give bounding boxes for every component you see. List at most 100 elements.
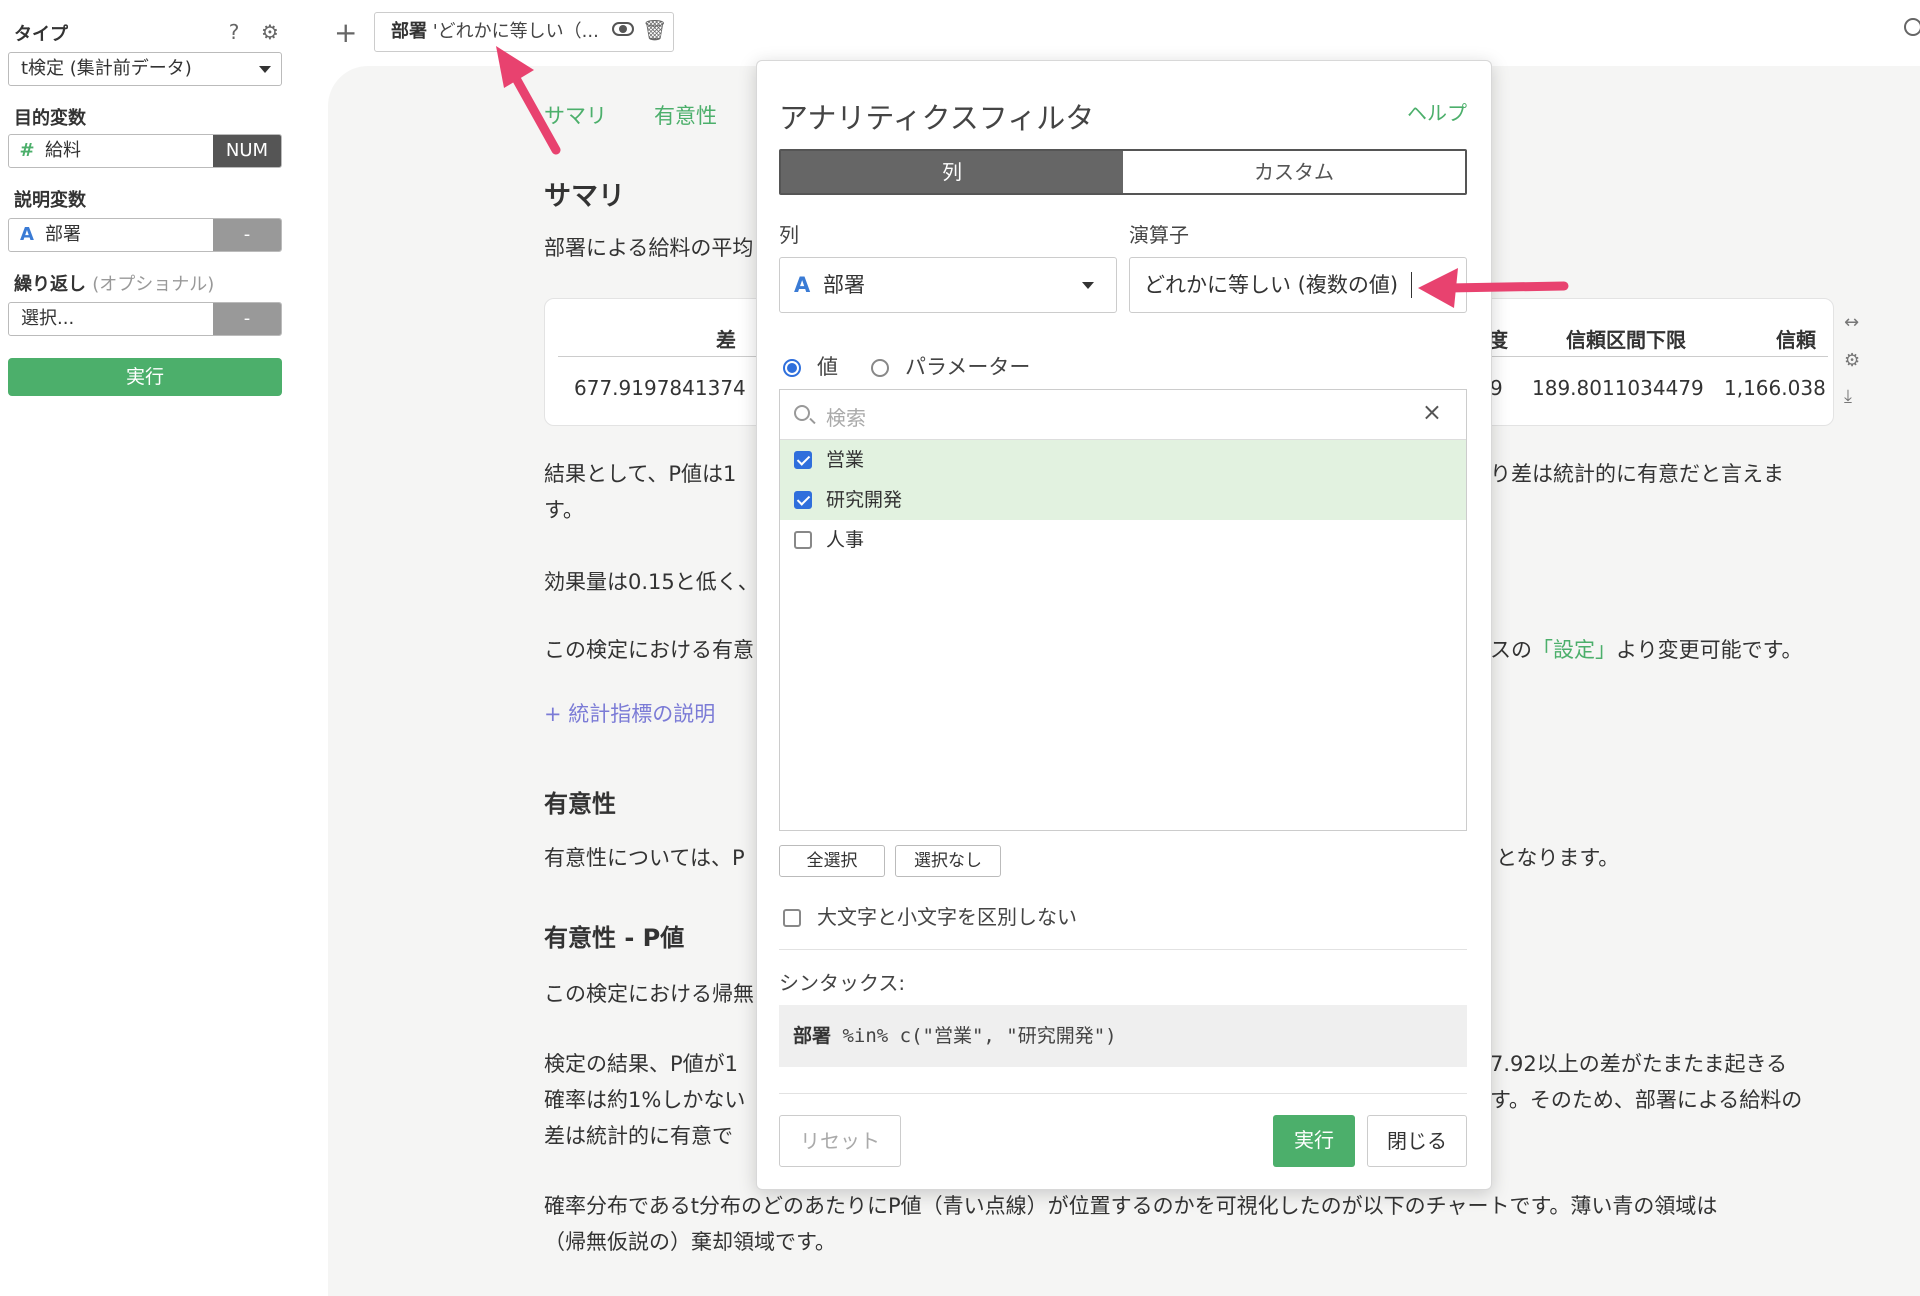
sig-level-right-a: スの: [1490, 638, 1532, 662]
syntax-label: シンタックス:: [779, 971, 906, 995]
significance-heading: 有意性: [544, 790, 616, 818]
help-icon[interactable]: ?: [222, 20, 246, 44]
annotation-arrow-chip: [496, 46, 561, 155]
list-item-label: 研究開発: [826, 489, 903, 511]
ignore-case-option[interactable]: 大文字と小文字を区別しない: [783, 901, 1077, 930]
checkbox-checked-icon[interactable]: [794, 491, 812, 509]
gear-icon[interactable]: ⚙: [258, 20, 282, 44]
select-all-button[interactable]: 全選択: [779, 845, 885, 877]
trash-icon[interactable]: 🗑: [642, 18, 667, 42]
header-ci-lower: 信頼区間下限: [1566, 328, 1686, 352]
summary-heading: サマリ: [544, 181, 625, 212]
divider: [779, 1093, 1467, 1094]
search-placeholder: 検索: [826, 406, 866, 430]
mode-toggle: 列 カスタム: [779, 149, 1467, 195]
list-item-label: 営業: [826, 449, 865, 471]
type-select[interactable]: t検定 (集計前データ): [8, 52, 282, 86]
settings-link[interactable]: 「設定」: [1532, 638, 1616, 662]
list-item-label: 人事: [826, 529, 865, 551]
significance-text-right: となります。: [1496, 846, 1620, 870]
column-select[interactable]: A 部署: [779, 257, 1117, 313]
result-line1-right: り差は統計的に有意だと言えま: [1490, 462, 1784, 486]
add-filter-button[interactable]: +: [334, 16, 357, 49]
repeat-label-text: 繰り返し: [14, 274, 86, 295]
repeat-type-tag[interactable]: -: [213, 303, 281, 335]
explanatory-type-tag[interactable]: -: [213, 219, 281, 251]
repeat-field[interactable]: 選択... -: [8, 302, 282, 336]
column-select-value: 部署: [822, 273, 865, 297]
target-variable-value: 給料: [45, 140, 81, 161]
download-icon[interactable]: ⤓: [1844, 386, 1852, 407]
reset-button[interactable]: リセット: [779, 1115, 901, 1167]
repeat-optional-text: (オプショナル): [92, 274, 215, 295]
list-item[interactable]: 人事: [780, 520, 1466, 560]
pvalue-text: この検定における帰無: [544, 982, 754, 1006]
filter-chip-condition: 'どれかに等しい（...: [427, 21, 599, 42]
explanatory-variable-label: 説明変数: [14, 190, 86, 211]
tab-column[interactable]: 列: [781, 151, 1123, 193]
value-list: 検索 × 営業 研究開発 人事: [779, 389, 1467, 831]
summary-text: 部署による給料の平均: [544, 236, 754, 260]
annotation-arrow-operator: [1418, 268, 1569, 308]
repeat-field-value: 選択...: [21, 308, 75, 329]
operator-select-value: どれかに等しい (複数の値): [1144, 273, 1399, 297]
eye-icon[interactable]: [612, 22, 634, 36]
list-item[interactable]: 研究開発: [780, 480, 1466, 520]
analytics-filter-dialog: アナリティクスフィルタ ヘルプ 列 カスタム 列 演算子 A 部署 どれかに等し…: [756, 60, 1492, 1190]
type-select-value: t検定 (集計前データ): [21, 58, 192, 79]
target-type-tag[interactable]: NUM: [213, 135, 281, 167]
comment-icon[interactable]: [1904, 18, 1920, 36]
radio-value[interactable]: 値: [783, 351, 838, 381]
list-item[interactable]: 営業: [780, 440, 1466, 480]
distribution-line1: 確率分布であるt分布のどのあたりにP値（青い点線）が位置するのかを可視化したのが…: [544, 1194, 1718, 1218]
explanatory-variable-field[interactable]: A 部署 -: [8, 218, 282, 252]
cell-ci-lower: 189.8011034479: [1532, 376, 1704, 400]
pvalue-heading: 有意性 - P値: [544, 924, 685, 952]
text-type-icon: A: [794, 273, 811, 297]
table-gear-icon[interactable]: ⚙: [1844, 350, 1860, 371]
expand-icon[interactable]: ↔: [1844, 312, 1859, 333]
result2-line3-left: 差は統計的に有意で: [544, 1124, 733, 1148]
checkbox-unchecked-icon[interactable]: [794, 531, 812, 549]
repeat-label: 繰り返し (オプショナル): [14, 270, 214, 296]
radio-parameter-label: パラメーター: [905, 355, 1031, 379]
checkbox-checked-icon[interactable]: [794, 451, 812, 469]
select-none-button[interactable]: 選択なし: [895, 845, 1001, 877]
explanatory-variable-value: 部署: [45, 224, 81, 245]
sig-level-right-b: より変更可能です。: [1616, 638, 1803, 662]
result2-line2-right: す。そのため、部署による給料の: [1490, 1088, 1803, 1112]
header-diff: 差: [716, 328, 736, 352]
numeric-type-icon: #: [19, 140, 35, 161]
tab-significance[interactable]: 有意性: [654, 100, 717, 130]
syntax-column: 部署: [793, 1025, 832, 1047]
significance-text-left: 有意性については、P: [544, 846, 745, 870]
chevron-down-icon: [1082, 282, 1094, 289]
distribution-line2: （帰無仮説の）棄却領域です。: [544, 1230, 836, 1254]
checkbox-unchecked-icon[interactable]: [783, 909, 801, 927]
column-label: 列: [779, 223, 799, 247]
ignore-case-label: 大文字と小文字を区別しない: [817, 905, 1077, 929]
run-button[interactable]: 実行: [8, 358, 282, 396]
radio-parameter[interactable]: パラメーター: [871, 351, 1030, 381]
close-icon[interactable]: ×: [1422, 398, 1442, 426]
target-variable-field[interactable]: # 給料 NUM: [8, 134, 282, 168]
close-button[interactable]: 閉じる: [1367, 1115, 1467, 1167]
help-link[interactable]: ヘルプ: [1407, 97, 1467, 126]
sig-level-left: この検定における有意: [544, 638, 754, 662]
search-icon: [794, 405, 810, 421]
operator-label: 演算子: [1129, 223, 1189, 247]
run-filter-button[interactable]: 実行: [1273, 1115, 1355, 1167]
cell-diff: 677.9197841374: [574, 376, 746, 400]
tab-custom[interactable]: カスタム: [1123, 151, 1465, 193]
syntax-expression: %in% c("営業", "研究開発"): [831, 1025, 1117, 1047]
header-ci: 信頼: [1776, 328, 1816, 352]
value-search[interactable]: 検索 ×: [780, 390, 1466, 440]
result2-line1-left: 検定の結果、P値が1: [544, 1052, 739, 1076]
result2-line2-left: 確率は約1%しかない: [544, 1088, 746, 1112]
syntax-preview: 部署 %in% c("営業", "研究開発"): [779, 1005, 1467, 1067]
result-line1-left: 結果として、P値は1: [544, 462, 737, 486]
stats-explanation-link[interactable]: + 統計指標の説明: [544, 698, 715, 728]
text-cursor: [1411, 272, 1412, 298]
type-label: タイプ: [14, 24, 68, 45]
sidebar: タイプ ? ⚙ t検定 (集計前データ) 目的変数 # 給料 NUM 説明変数 …: [0, 0, 300, 1264]
